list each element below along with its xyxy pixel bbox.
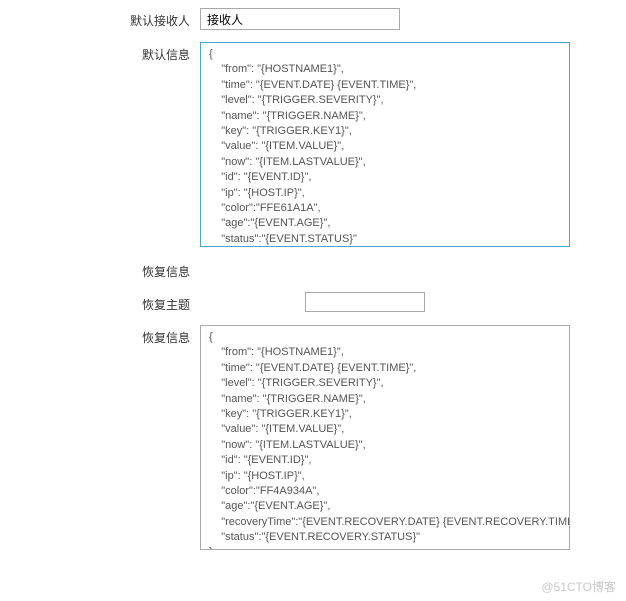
recipient-label: 默认接收人 bbox=[0, 8, 200, 29]
watermark-text: @51CTO博客 bbox=[541, 578, 616, 595]
recovery-subject-row: 恢复主题 bbox=[0, 292, 626, 313]
recovery-message-row: 恢复信息 { "from": "{HOSTNAME1}", "time": "{… bbox=[0, 325, 626, 550]
default-message-label: 默认信息 bbox=[0, 42, 200, 63]
recipient-row: 默认接收人 bbox=[0, 8, 626, 30]
recipient-input[interactable] bbox=[200, 8, 400, 30]
recovery-message-textarea[interactable]: { "from": "{HOSTNAME1}", "time": "{EVENT… bbox=[200, 325, 570, 550]
recovery-subject-label: 恢复主题 bbox=[0, 292, 200, 313]
recovery-info-row: 恢复信息 bbox=[0, 259, 626, 280]
recovery-subject-input[interactable] bbox=[305, 292, 425, 312]
default-message-row: 默认信息 { "from": "{HOSTNAME1}", "time": "{… bbox=[0, 42, 626, 247]
default-message-textarea[interactable]: { "from": "{HOSTNAME1}", "time": "{EVENT… bbox=[200, 42, 570, 247]
recovery-info-label: 恢复信息 bbox=[0, 259, 200, 280]
recovery-message-label: 恢复信息 bbox=[0, 325, 200, 346]
